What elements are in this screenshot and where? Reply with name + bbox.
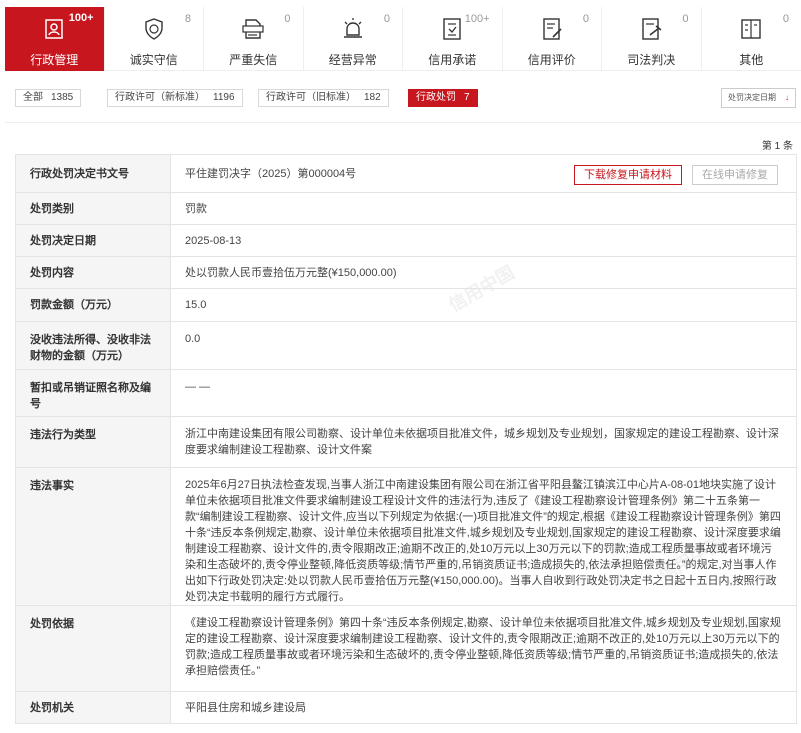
category-label: 其他	[739, 53, 764, 67]
table-row: 违法事实 2025年6月27日执法检查发现,当事人浙江中南建设集团有限公司在浙江…	[15, 467, 797, 606]
field-value: 《建设工程勘察设计管理条例》第四十条“违反本条例规定,勘察、设计单位未依据项目批…	[170, 605, 797, 692]
table-row: 处罚决定日期 2025-08-13	[15, 224, 797, 257]
online-repair-button[interactable]: 在线申请修复	[692, 165, 778, 185]
category-label: 信用评价	[527, 53, 576, 67]
category-count: 100+	[464, 13, 490, 25]
table-row: 处罚类别 罚款	[15, 192, 797, 225]
field-value: 15.0	[170, 288, 797, 322]
field-key: 处罚内容	[15, 256, 171, 289]
category-count: 100+	[68, 12, 94, 24]
filter-all[interactable]: 全部 1385	[15, 89, 82, 107]
field-key: 行政处罚决定书文号	[15, 154, 171, 193]
field-key: 暂扣或吊销证照名称及编号	[15, 369, 171, 417]
table-row: 处罚依据 《建设工程勘察设计管理条例》第四十条“违反本条例规定,勘察、设计单位未…	[15, 605, 797, 692]
table-row: 处罚机关 平阳县住房和城乡建设局	[15, 691, 797, 724]
record-index: 第 1 条	[761, 141, 793, 152]
field-value: 浙江中南建设集团有限公司勘察、设计单位未依据项目批准文件，城乡规划及专业规划，国…	[170, 416, 797, 468]
field-key: 违法行为类型	[15, 416, 171, 468]
category-honesty[interactable]: 8 诚实守信	[105, 7, 204, 71]
category-dishonest[interactable]: 0 严重失信	[204, 7, 304, 71]
filter-label: 行政处罚	[416, 92, 456, 103]
table-row: 罚款金额（万元） 15.0	[15, 288, 797, 322]
category-count: 0	[682, 13, 689, 25]
category-count: 8	[184, 13, 191, 25]
category-other[interactable]: 0 其他	[702, 7, 801, 71]
field-key: 没收违法所得、没收非法财物的金额（万元）	[15, 321, 171, 370]
filter-count: 1385	[51, 92, 74, 103]
category-judgment[interactable]: 0 司法判决	[602, 7, 702, 71]
sort-dropdown[interactable]: 处罚决定日期 ↓	[721, 88, 796, 108]
field-value: 2025-08-13	[170, 224, 797, 257]
divider	[5, 122, 801, 123]
field-value: 平阳县住房和城乡建设局	[170, 691, 797, 724]
field-value: 处以罚款人民币壹拾伍万元整(¥150,000.00)	[170, 256, 797, 289]
category-label: 经营异常	[328, 53, 377, 67]
field-key: 处罚机关	[15, 691, 171, 724]
category-count: 0	[383, 13, 390, 25]
decision-number: 平住建罚决字（2025）第000004号	[185, 167, 357, 180]
judgment-doc-icon	[642, 18, 662, 40]
field-value: — —	[170, 369, 797, 417]
filter-label: 全部	[23, 92, 43, 103]
filter-count: 182	[364, 92, 381, 103]
field-value: 0.0	[170, 321, 797, 370]
category-bar: 100+ 行政管理 8 诚实守信 0 严重失信 0 经营异常 100+ 信用承诺…	[5, 7, 801, 71]
evaluation-doc-icon	[543, 18, 562, 40]
category-label: 司法判决	[627, 53, 676, 67]
filter-penalty[interactable]: 行政处罚 7	[408, 89, 478, 107]
sort-label: 处罚决定日期	[728, 93, 776, 102]
table-row: 处罚内容 处以罚款人民币壹拾伍万元整(¥150,000.00)	[15, 256, 797, 289]
field-key: 处罚类别	[15, 192, 171, 225]
filter-label: 行政许可（旧标准）	[266, 92, 356, 103]
field-key: 处罚决定日期	[15, 224, 171, 257]
field-key: 处罚依据	[15, 605, 171, 692]
filter-license-old[interactable]: 行政许可（旧标准） 182	[258, 89, 389, 107]
alarm-icon	[343, 18, 362, 38]
category-promise[interactable]: 100+ 信用承诺	[403, 7, 503, 71]
admin-icon	[45, 19, 63, 39]
filter-count: 7	[464, 92, 470, 103]
field-key: 罚款金额（万元）	[15, 288, 171, 322]
category-count: 0	[782, 13, 789, 25]
field-key: 违法事实	[15, 467, 171, 606]
filter-label: 行政许可（新标准）	[115, 92, 205, 103]
sort-arrow-icon: ↓	[785, 93, 789, 102]
dishonest-list-icon	[242, 19, 264, 39]
category-label: 诚实守信	[129, 53, 178, 67]
category-count: 0	[284, 13, 291, 25]
other-doc-icon	[741, 19, 761, 39]
category-label: 严重失信	[229, 53, 278, 67]
filter-license-new[interactable]: 行政许可（新标准） 1196	[107, 89, 243, 107]
promise-doc-icon	[443, 18, 461, 40]
category-evaluation[interactable]: 0 信用评价	[503, 7, 602, 71]
field-value: 罚款	[170, 192, 797, 225]
table-row: 没收违法所得、没收非法财物的金额（万元） 0.0	[15, 321, 797, 370]
penalty-detail-table: 行政处罚决定书文号 平住建罚决字（2025）第000004号 下载修复申请材料 …	[15, 154, 797, 724]
table-row: 违法行为类型 浙江中南建设集团有限公司勘察、设计单位未依据项目批准文件，城乡规划…	[15, 416, 797, 468]
filter-count: 1196	[213, 92, 235, 103]
category-abnormal[interactable]: 0 经营异常	[304, 7, 403, 71]
category-admin[interactable]: 100+ 行政管理	[5, 7, 105, 71]
category-label: 信用承诺	[428, 53, 477, 67]
table-row: 行政处罚决定书文号 平住建罚决字（2025）第000004号 下载修复申请材料 …	[15, 154, 797, 193]
download-repair-materials-button[interactable]: 下载修复申请材料	[574, 165, 682, 185]
category-label: 行政管理	[30, 53, 79, 67]
field-value: 平住建罚决字（2025）第000004号 下载修复申请材料 在线申请修复	[170, 154, 797, 193]
field-value: 2025年6月27日执法检查发现,当事人浙江中南建设集团有限公司在浙江省平阳县鳌…	[170, 467, 797, 606]
category-count: 0	[582, 13, 589, 25]
honesty-shield-icon	[145, 18, 163, 40]
table-row: 暂扣或吊销证照名称及编号 — —	[15, 369, 797, 417]
